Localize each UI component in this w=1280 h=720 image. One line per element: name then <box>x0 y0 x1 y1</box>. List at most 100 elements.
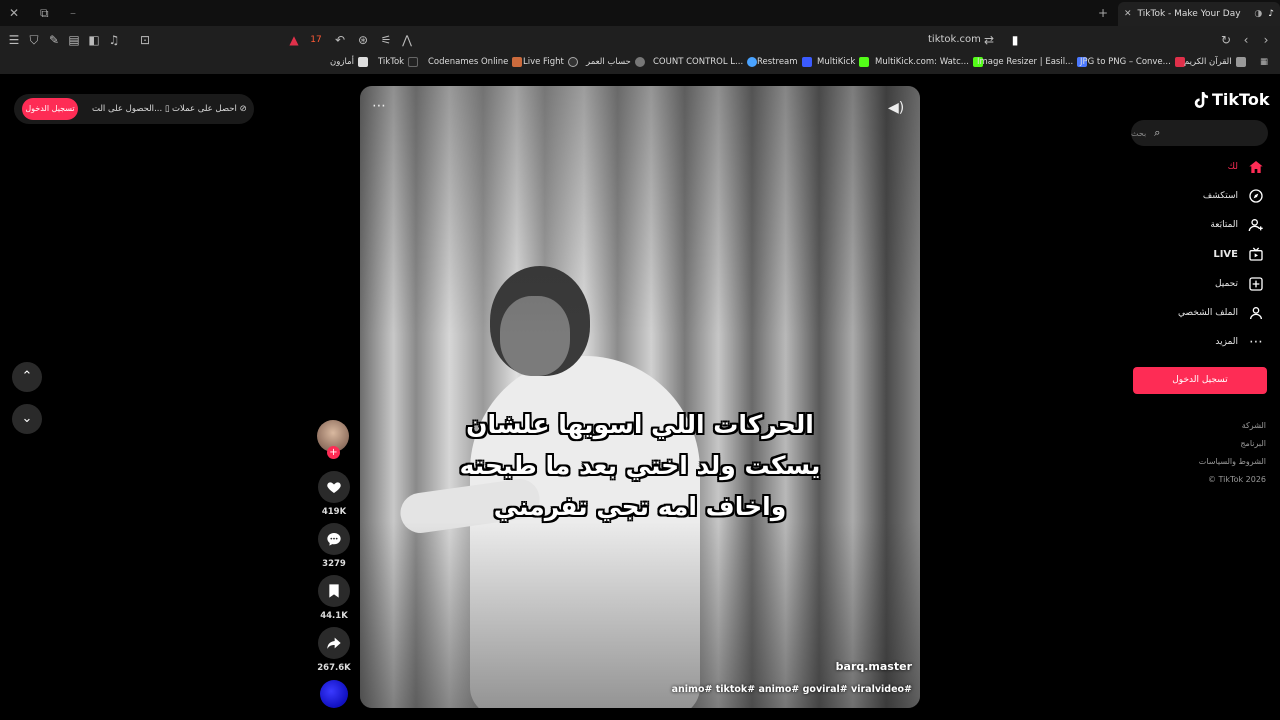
share-button[interactable] <box>318 627 350 659</box>
chevron-up-icon: ⌃ <box>21 369 33 384</box>
video-player[interactable]: الحركات اللي اسويها علشان يسكت ولد اختي … <box>360 86 920 708</box>
brave-rewards-icon[interactable]: ▲ <box>287 33 301 47</box>
pin-icon[interactable]: ✎ <box>47 33 61 47</box>
screenshot-icon[interactable]: ⊡ <box>138 33 152 47</box>
shield-icon[interactable]: ⛉ <box>27 33 41 47</box>
tab-sound-icon[interactable]: ◑ <box>1254 9 1262 19</box>
get-app-button[interactable]: الحصول على الت... ▯ <box>92 98 170 120</box>
bookmark-item[interactable]: Image Resizer | Easil... <box>977 57 1088 67</box>
profile-icon <box>1248 305 1264 321</box>
music-disc-icon[interactable] <box>320 680 348 708</box>
nav-item-following[interactable]: المتابَعة <box>1210 217 1264 233</box>
footer-link-company[interactable]: الشركة <box>1242 421 1266 430</box>
video-caption-overlay: الحركات اللي اسويها علشان يسكت ولد اختي … <box>420 404 860 527</box>
livefight-favicon-icon <box>567 57 578 67</box>
tiktok-note-icon <box>1194 91 1209 108</box>
coin-icon: ⊘ <box>239 104 247 114</box>
caption-line: واخاف امه تجي تفرمني <box>493 492 787 521</box>
back-icon[interactable]: ‹ <box>1239 33 1253 47</box>
bookmark-item[interactable]: Restream <box>757 57 812 67</box>
nav-item-explore[interactable]: استكشف <box>1203 188 1264 204</box>
nav-item-more[interactable]: ⋯ المزيد <box>1215 334 1264 350</box>
phone-icon: ▯ <box>164 104 170 114</box>
restream-favicon-icon <box>801 57 812 67</box>
site-settings-icon[interactable]: ⇄ <box>982 33 996 47</box>
close-window-icon[interactable]: ✕ <box>9 0 19 26</box>
home-icon <box>1248 159 1264 175</box>
bookmark-item[interactable]: MultiKick.com: Watc... <box>875 57 983 67</box>
next-video-button[interactable]: ⌄ <box>12 404 42 434</box>
nav-item-live[interactable]: LIVE <box>1213 246 1264 262</box>
volume-icon[interactable]: ◀) <box>888 100 904 116</box>
login-button[interactable]: تسجيل الدخول <box>1133 367 1267 394</box>
nav-item-upload[interactable]: تحميل <box>1215 276 1264 292</box>
extension-icon[interactable]: ⋀ <box>400 33 414 47</box>
new-tab-button[interactable]: + <box>1098 0 1108 26</box>
footer-link-program[interactable]: البرنامج <box>1240 439 1266 448</box>
video-author[interactable]: barq.master <box>836 660 912 673</box>
brave-shield-icon[interactable]: 17 <box>309 33 323 47</box>
menu-icon[interactable]: ☰ <box>7 33 21 47</box>
live-tv-icon <box>1248 246 1264 262</box>
comment-button[interactable] <box>318 523 350 555</box>
tiktok-favicon-icon: ♪ <box>1268 9 1274 19</box>
previous-video-button[interactable]: ⌃ <box>12 362 42 392</box>
bookmarks-overflow-icon[interactable]: ▦ <box>1260 57 1268 67</box>
get-coins-button[interactable]: احصل على عملات ⊘ <box>172 98 247 120</box>
comment-icon <box>327 533 341 546</box>
video-overlay <box>360 86 920 708</box>
nav-item-for-you[interactable]: لك <box>1228 159 1264 175</box>
tab-title: TikTok - Make Your Day <box>1137 9 1241 19</box>
reload-icon[interactable]: ↻ <box>1219 33 1233 47</box>
tab-tiktok[interactable]: ✕ TikTok - Make Your Day ◑ ♪ <box>1118 2 1280 26</box>
search-input[interactable]: ⌕ بحث <box>1131 120 1268 146</box>
vpn-icon[interactable]: ⊛ <box>356 33 370 47</box>
bookmark-item[interactable]: COUNT CONTROL L... <box>653 57 758 67</box>
compass-icon <box>1248 188 1264 204</box>
bookmark-item[interactable]: TikTok <box>378 57 419 67</box>
caption-line: يسكت ولد اختي بعد ما طيحته <box>459 451 821 480</box>
bookmark-icon <box>329 584 339 598</box>
bookmark-item[interactable]: القرآن الكريم <box>1184 57 1246 67</box>
share-count: 267.6K <box>317 663 351 673</box>
quran-favicon-icon <box>1235 57 1246 67</box>
tracker-icon[interactable]: ⚟ <box>379 33 393 47</box>
footer-copyright: © TikTok 2026 <box>1208 475 1266 484</box>
save-button[interactable] <box>318 575 350 607</box>
bookmark-item[interactable]: حساب العمر <box>586 57 645 67</box>
search-placeholder: بحث <box>1131 128 1147 138</box>
browser-tab-strip <box>0 0 1280 26</box>
like-button[interactable] <box>318 471 350 503</box>
music-icon[interactable]: ♫ <box>107 33 121 47</box>
caption-line: الحركات اللي اسويها علشان <box>466 410 814 439</box>
tabs-icon[interactable]: ▤ <box>67 33 81 47</box>
url-text[interactable]: tiktok.com <box>928 34 981 45</box>
tiktok-favicon-icon <box>408 57 419 67</box>
person-plus-icon <box>1248 217 1264 233</box>
bookmark-item[interactable]: أمازون <box>330 57 368 67</box>
search-icon[interactable]: ⌕ <box>1154 126 1160 140</box>
bookmark-item[interactable]: MultiKick <box>817 57 870 67</box>
heart-icon <box>327 482 341 493</box>
login-button-small[interactable]: تسجيل الدخول <box>22 98 78 120</box>
comment-count: 3279 <box>322 559 346 569</box>
tiktok-logo[interactable]: TikTok <box>1193 90 1269 109</box>
minimize-window-icon[interactable]: – <box>70 0 76 26</box>
video-hashtags[interactable]: animo# tiktok# animo# goviral# viralvide… <box>672 684 912 695</box>
forward-icon[interactable]: › <box>1259 33 1273 47</box>
sidebar-icon[interactable]: ◧ <box>87 33 101 47</box>
nav-item-profile[interactable]: الملف الشخصي <box>1178 305 1264 321</box>
amazon-favicon-icon <box>357 57 368 67</box>
bookmark-icon[interactable]: ▮ <box>1008 33 1022 47</box>
bookmark-item[interactable]: JPG to PNG – Conve... <box>1080 57 1185 67</box>
restore-window-icon[interactable]: ⧉ <box>40 0 49 26</box>
more-options-icon[interactable]: ⋯ <box>372 98 386 114</box>
footer-link-terms[interactable]: الشروط والسياسات <box>1199 457 1266 466</box>
upload-icon <box>1248 276 1264 292</box>
follow-plus-icon[interactable]: + <box>327 446 340 459</box>
bookmark-item[interactable]: Live Fight <box>523 57 578 67</box>
close-tab-icon[interactable]: ✕ <box>1124 9 1132 19</box>
logo-text: TikTok <box>1212 90 1270 109</box>
back-share-icon[interactable]: ↶ <box>333 33 347 47</box>
bookmark-item[interactable]: Codenames Online <box>428 57 523 67</box>
